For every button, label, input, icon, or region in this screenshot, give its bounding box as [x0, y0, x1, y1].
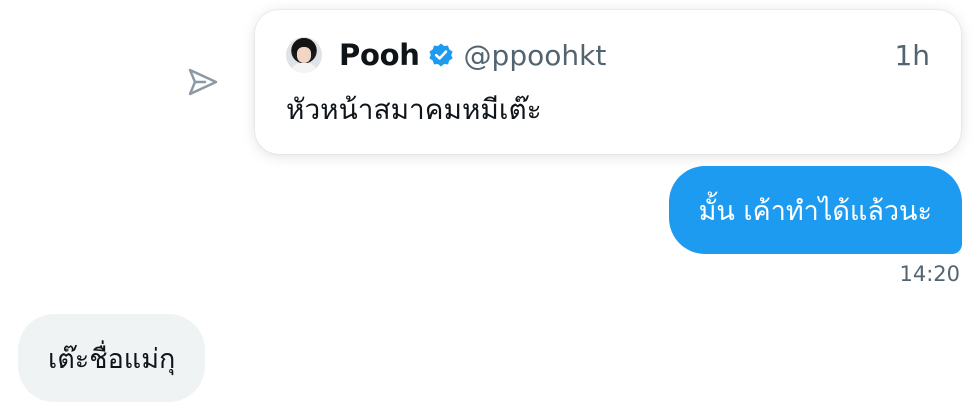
verified-badge-icon — [428, 42, 454, 68]
quoted-tweet-card[interactable]: Pooh @ppoohkt 1h หัวหน้าสมาคมหมีเต๊ะ — [255, 10, 961, 154]
avatar[interactable] — [286, 37, 322, 73]
display-name[interactable]: Pooh — [339, 38, 420, 72]
quoted-tweet-text: หัวหน้าสมาคมหมีเต๊ะ — [286, 93, 542, 126]
sent-message-bubble[interactable]: มั้น เค้าทำได้แล้วนะ — [668, 166, 962, 254]
tweet-timestamp[interactable]: 1h — [894, 39, 930, 72]
received-message-bubble[interactable]: เต๊ะชื่อแม่กุ — [18, 314, 206, 402]
quoted-tweet-header: Pooh @ppoohkt 1h — [286, 35, 930, 75]
sent-message-text: มั้น เค้าทำได้แล้วนะ — [698, 195, 932, 227]
received-message-text: เต๊ะชื่อแม่กุ — [48, 343, 176, 375]
sent-message-time: 14:20 — [899, 262, 960, 286]
share-icon[interactable] — [186, 66, 220, 100]
handle[interactable]: @ppoohkt — [464, 39, 607, 72]
dm-conversation: Pooh @ppoohkt 1h หัวหน้าสมาคมหมีเต๊ะ มั้… — [0, 0, 980, 406]
